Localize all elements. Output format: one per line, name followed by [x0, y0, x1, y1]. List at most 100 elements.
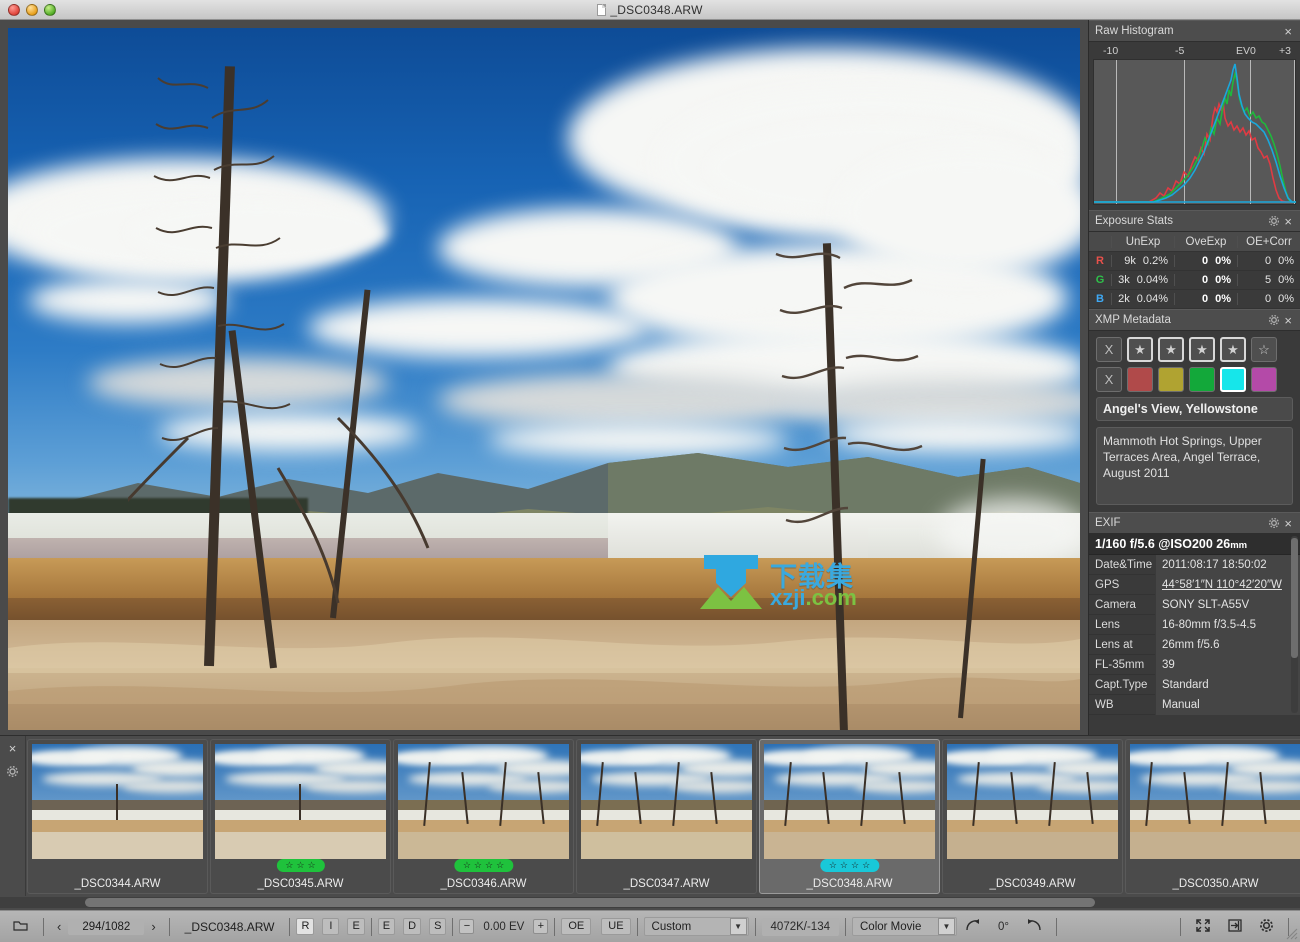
xmp-body: X ★ ★ ★ ★ ☆ X Angel's View, Yellowstone … — [1089, 331, 1300, 512]
filmstrip-thumbnail[interactable]: ☆☆☆_DSC0345.ARW — [210, 739, 391, 894]
gear-icon[interactable] — [1266, 312, 1282, 328]
rating-star-4[interactable]: ★ — [1220, 337, 1246, 362]
gear-icon[interactable] — [1266, 213, 1282, 229]
gear-icon[interactable] — [5, 763, 21, 779]
color-label-yellow[interactable] — [1158, 367, 1184, 392]
table-row: G 3k0.04% 00% 50% — [1089, 271, 1300, 290]
close-icon[interactable]: × — [1282, 314, 1294, 327]
resize-grip-icon[interactable] — [1284, 926, 1298, 940]
oecorr-count: 5 — [1265, 274, 1271, 286]
histogram-curves — [1094, 60, 1296, 204]
divider — [1056, 918, 1057, 936]
filmstrip-thumbnail[interactable]: _DSC0350.ARW — [1125, 739, 1300, 894]
rotation-value: 0° — [989, 921, 1018, 933]
thumbnail-image — [1130, 744, 1300, 859]
xmp-title-field[interactable]: Angel's View, Yellowstone — [1096, 397, 1293, 421]
filmstrip-track[interactable]: _DSC0344.ARW☆☆☆_DSC0345.ARW☆☆☆☆_DSC0346.… — [27, 739, 1300, 896]
rating-star-2[interactable]: ★ — [1158, 337, 1184, 362]
panel-header-histogram[interactable]: Raw Histogram × — [1089, 20, 1300, 42]
filmstrip-thumbnail[interactable]: _DSC0349.ARW — [942, 739, 1123, 894]
window-titlebar: _DSC0348.ARW — [0, 0, 1300, 20]
color-label-magenta[interactable] — [1251, 367, 1277, 392]
color-label-green[interactable] — [1189, 367, 1215, 392]
panel-header-exposure-stats[interactable]: Exposure Stats × — [1089, 210, 1300, 232]
histogram-tick-3: +3 — [1279, 45, 1291, 57]
white-balance-preset-select[interactable]: Custom ▼ — [644, 917, 749, 936]
folder-icon[interactable] — [5, 919, 37, 935]
histogram-plot[interactable] — [1093, 59, 1296, 205]
next-image-button[interactable]: › — [144, 919, 162, 934]
color-temperature-value[interactable]: 4072K/-134 — [762, 918, 839, 936]
thumbnail-image — [215, 744, 386, 859]
unexp-count: 9k — [1124, 255, 1136, 267]
rating-row: X ★ ★ ★ ★ ☆ — [1096, 337, 1293, 362]
prev-image-button[interactable]: ‹ — [50, 919, 68, 934]
filmstrip-thumbnail[interactable]: ☆☆☆☆_DSC0346.ARW — [393, 739, 574, 894]
chevron-down-icon[interactable]: ▼ — [938, 918, 955, 935]
exif-value-gps[interactable]: 44°58′1″N 110°42′20″W — [1155, 575, 1300, 595]
overexposure-button[interactable]: OE — [561, 918, 591, 935]
toggle-d-button[interactable]: D — [403, 918, 421, 935]
rating-star-5[interactable]: ☆ — [1251, 337, 1277, 362]
gear-icon[interactable] — [1266, 515, 1282, 531]
table-row: Date&Time 2011:08:17 18:50:02 — [1089, 555, 1300, 575]
chevron-down-icon[interactable]: ▼ — [730, 918, 747, 935]
rotate-ccw-icon[interactable] — [1018, 918, 1050, 935]
close-icon[interactable]: × — [1282, 25, 1294, 38]
exif-scrollbar-thumb[interactable] — [1291, 538, 1298, 658]
divider — [452, 918, 453, 936]
row-channel: B — [1089, 293, 1111, 305]
exif-value: Standard — [1155, 675, 1300, 695]
filmstrip-thumbnail[interactable]: ☆☆☆☆ _DSC0348.ARW — [759, 739, 940, 894]
unexp-count: 3k — [1118, 274, 1130, 286]
ev-decrease-button[interactable]: − — [459, 919, 474, 934]
filmstrip-thumbnail[interactable]: _DSC0347.ARW — [576, 739, 757, 894]
oecorr-pct: 0% — [1278, 274, 1294, 286]
rotate-cw-icon[interactable] — [957, 918, 989, 935]
row-channel: R — [1089, 255, 1111, 267]
clear-rating-button[interactable]: X — [1096, 337, 1122, 362]
gear-icon[interactable] — [1251, 918, 1282, 936]
thumbnail-rating[interactable]: ☆☆☆ — [276, 859, 324, 872]
unexp-count: 2k — [1118, 293, 1130, 305]
thumbnail-rating[interactable]: ☆☆☆☆ — [454, 859, 513, 872]
bottom-toolbar: ‹ 294/1082 › _DSC0348.ARW R I E E D S − … — [0, 910, 1300, 942]
exif-scrollbar[interactable] — [1291, 536, 1298, 713]
toggle-i-button[interactable]: I — [322, 918, 339, 935]
thumbnail-filename: _DSC0344.ARW — [28, 878, 207, 890]
toggle-r-button[interactable]: R — [296, 918, 314, 935]
close-icon[interactable]: × — [1282, 517, 1294, 530]
color-profile-select[interactable]: Color Movie ▼ — [852, 917, 957, 936]
rating-star-icon: ☆ — [862, 860, 870, 871]
color-label-red[interactable] — [1127, 367, 1153, 392]
toggle-e2-button[interactable]: E — [378, 918, 395, 935]
clear-color-label-button[interactable]: X — [1096, 367, 1122, 392]
exif-key: GPS — [1089, 579, 1155, 591]
export-icon[interactable] — [1219, 918, 1251, 936]
image-viewer[interactable]: 下载集 xzji.com — [0, 20, 1088, 735]
preview-photo[interactable]: 下载集 xzji.com — [8, 28, 1080, 730]
panel-header-xmp[interactable]: XMP Metadata × — [1089, 309, 1300, 331]
rating-star-1[interactable]: ★ — [1127, 337, 1153, 362]
thumbnail-rating[interactable]: ☆☆☆☆ — [820, 859, 879, 872]
close-icon[interactable]: × — [1282, 215, 1294, 228]
ev-increase-button[interactable]: + — [533, 919, 548, 934]
oveexp-pct: 0% — [1215, 274, 1231, 286]
thumbnail-filename: _DSC0348.ARW — [760, 878, 939, 890]
document-icon — [597, 4, 606, 16]
rating-star-3[interactable]: ★ — [1189, 337, 1215, 362]
fullscreen-icon[interactable] — [1187, 918, 1219, 936]
panel-header-exif[interactable]: EXIF × — [1089, 512, 1300, 534]
close-icon[interactable]: × — [7, 742, 19, 755]
exif-value: 16-80mm f/3.5-4.5 — [1155, 615, 1300, 635]
divider — [554, 918, 555, 936]
toggle-e-button[interactable]: E — [347, 918, 364, 935]
xmp-description-field[interactable]: Mammoth Hot Springs, Upper Terraces Area… — [1096, 427, 1293, 505]
filmstrip-scrollbar[interactable] — [0, 897, 1300, 908]
unexp-pct: 0.04% — [1137, 274, 1168, 286]
toggle-s-button[interactable]: S — [429, 918, 446, 935]
underexposure-button[interactable]: UE — [601, 918, 630, 935]
filmstrip-scrollbar-thumb[interactable] — [85, 898, 1095, 907]
color-label-cyan[interactable] — [1220, 367, 1246, 392]
filmstrip-thumbnail[interactable]: _DSC0344.ARW — [27, 739, 208, 894]
